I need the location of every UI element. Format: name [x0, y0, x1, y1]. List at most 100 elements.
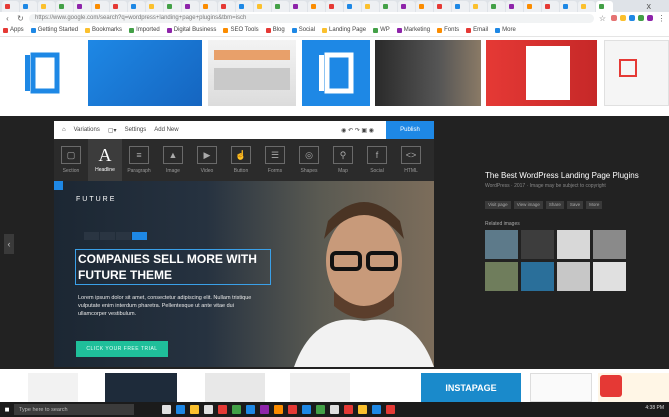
info-action-button[interactable]: View image: [513, 201, 543, 209]
bookmark-item[interactable]: Fonts: [437, 27, 459, 33]
browser-tab[interactable]: [110, 1, 127, 12]
bookmark-item[interactable]: Landing Page: [322, 27, 366, 33]
result-thumbnail[interactable]: INSTAPAGE: [421, 373, 521, 402]
back-icon[interactable]: ‹: [3, 14, 12, 23]
image-title[interactable]: The Best WordPress Landing Page Plugins: [485, 171, 655, 180]
url-field[interactable]: https://www.google.com/search?q=wordpres…: [29, 13, 594, 23]
extension-icon[interactable]: [620, 15, 626, 21]
bookmark-item[interactable]: More: [495, 27, 516, 33]
browser-tab[interactable]: [506, 1, 523, 12]
related-thumbnail[interactable]: [593, 230, 626, 259]
info-action-button[interactable]: More: [586, 201, 603, 209]
result-thumbnail[interactable]: [28, 373, 78, 402]
taskbar-app-icon[interactable]: [246, 405, 255, 414]
result-thumbnail[interactable]: [604, 40, 669, 106]
related-thumbnail[interactable]: [485, 230, 518, 259]
browser-tab[interactable]: [398, 1, 415, 12]
taskbar-app-icon[interactable]: [372, 405, 381, 414]
info-action-button[interactable]: Share: [545, 201, 564, 209]
browser-tab[interactable]: [290, 1, 307, 12]
related-thumbnail[interactable]: [485, 262, 518, 291]
previous-arrow-icon[interactable]: ‹: [4, 234, 14, 254]
bookmark-item[interactable]: Email: [466, 27, 488, 33]
browser-tab[interactable]: [524, 1, 541, 12]
browser-tab[interactable]: [488, 1, 505, 12]
browser-tab[interactable]: [146, 1, 163, 12]
browser-tab[interactable]: [560, 1, 577, 12]
browser-tab[interactable]: [362, 1, 379, 12]
result-thumbnail[interactable]: [486, 40, 597, 106]
taskbar-app-icon[interactable]: [316, 405, 325, 414]
taskbar-app-icon[interactable]: [330, 405, 339, 414]
extension-icon[interactable]: [647, 15, 653, 21]
close-tab-icon[interactable]: x: [647, 1, 652, 11]
browser-tab[interactable]: [416, 1, 433, 12]
browser-tab[interactable]: [128, 1, 145, 12]
taskbar-app-icon[interactable]: [386, 405, 395, 414]
taskbar-app-icon[interactable]: [260, 405, 269, 414]
preview-image[interactable]: ⌂ Variations ▢▾ Settings Add New ◉ ↶ ↷ ▣…: [54, 121, 434, 367]
bookmark-item[interactable]: Imported: [129, 27, 160, 33]
star-icon[interactable]: ☆: [598, 14, 607, 23]
browser-tab[interactable]: [20, 1, 37, 12]
taskbar-app-icon[interactable]: [288, 405, 297, 414]
browser-tab[interactable]: [596, 1, 613, 12]
taskbar-app-icon[interactable]: [344, 405, 353, 414]
browser-tab[interactable]: [434, 1, 451, 12]
browser-tab[interactable]: [218, 1, 235, 12]
result-thumbnail[interactable]: [5, 40, 80, 106]
browser-tab[interactable]: [344, 1, 361, 12]
related-thumbnail[interactable]: [593, 262, 626, 291]
related-thumbnail[interactable]: [557, 230, 590, 259]
result-thumbnail[interactable]: [208, 40, 296, 106]
bookmark-item[interactable]: WP: [373, 27, 390, 33]
browser-tab[interactable]: [470, 1, 487, 12]
taskbar-app-icon[interactable]: [274, 405, 283, 414]
result-thumbnail[interactable]: [88, 40, 202, 106]
browser-tab[interactable]: [38, 1, 55, 12]
browser-tab[interactable]: [164, 1, 181, 12]
info-action-button[interactable]: Visit page: [485, 201, 511, 209]
browser-tab[interactable]: [74, 1, 91, 12]
bookmark-item[interactable]: Apps: [3, 27, 24, 33]
reload-icon[interactable]: ↻: [16, 14, 25, 23]
related-thumbnail[interactable]: [521, 262, 554, 291]
browser-tab[interactable]: [200, 1, 217, 12]
browser-tab[interactable]: [542, 1, 559, 12]
ad-thumbnail[interactable]: [598, 373, 669, 402]
taskbar-search[interactable]: Type here to search: [14, 404, 134, 415]
browser-tab[interactable]: [182, 1, 199, 12]
bookmark-item[interactable]: Social: [291, 27, 315, 33]
bookmark-item[interactable]: SEO Tools: [223, 27, 259, 33]
taskbar-app-icon[interactable]: [190, 405, 199, 414]
taskbar-app-icon[interactable]: [176, 405, 185, 414]
taskbar-app-icon[interactable]: [302, 405, 311, 414]
extension-icon[interactable]: [611, 15, 617, 21]
result-thumbnail[interactable]: [105, 373, 177, 402]
related-thumbnail[interactable]: [557, 262, 590, 291]
browser-tab[interactable]: [92, 1, 109, 12]
browser-tab[interactable]: [380, 1, 397, 12]
taskbar-app-icon[interactable]: [358, 405, 367, 414]
windows-start-icon[interactable]: ■: [0, 402, 14, 417]
related-thumbnail[interactable]: [521, 230, 554, 259]
browser-tab[interactable]: [452, 1, 469, 12]
browser-tab[interactable]: [578, 1, 595, 12]
browser-tab[interactable]: [236, 1, 253, 12]
bookmark-item[interactable]: Marketing: [396, 27, 430, 33]
taskbar-app-icon[interactable]: [232, 405, 241, 414]
bookmark-item[interactable]: Bookmarks: [85, 27, 122, 33]
result-thumbnail[interactable]: [375, 40, 481, 106]
browser-tab[interactable]: [254, 1, 271, 12]
taskbar-app-icon[interactable]: [204, 405, 213, 414]
bookmark-item[interactable]: Digital Business: [166, 27, 216, 33]
result-thumbnail[interactable]: [530, 373, 592, 402]
browser-tab[interactable]: [326, 1, 343, 12]
taskbar-app-icon[interactable]: [218, 405, 227, 414]
browser-tab[interactable]: [56, 1, 73, 12]
result-thumbnail[interactable]: [302, 40, 370, 106]
browser-tab[interactable]: [308, 1, 325, 12]
extension-icon[interactable]: [638, 15, 644, 21]
bookmark-item[interactable]: Blog: [265, 27, 285, 33]
menu-icon[interactable]: ⋮: [657, 14, 666, 23]
